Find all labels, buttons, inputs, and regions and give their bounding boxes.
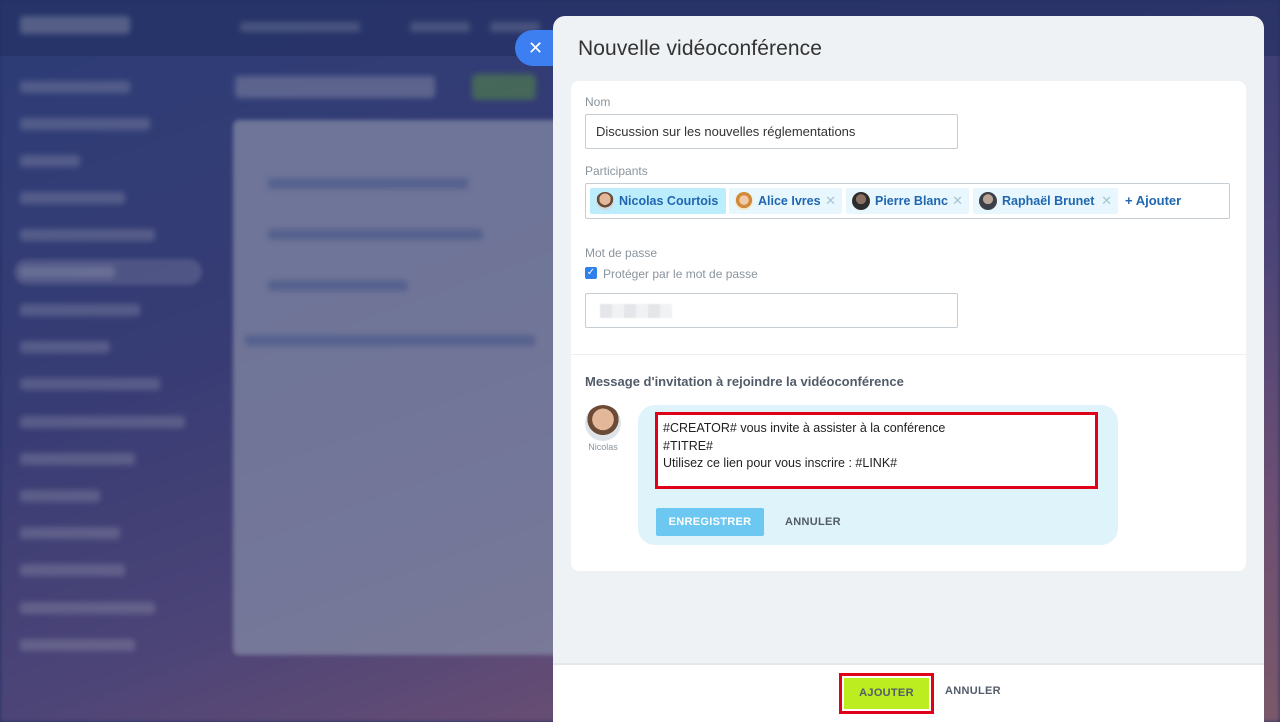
author-name: Nicolas — [588, 442, 618, 452]
close-icon: ✕ — [528, 38, 544, 58]
avatar — [735, 192, 753, 210]
participant-name: Nicolas Courtois — [619, 194, 719, 208]
name-label: Nom — [585, 95, 611, 109]
avatar — [585, 405, 621, 441]
videoconference-slider: Nouvelle vidéoconférence Nom Discussion … — [553, 16, 1264, 722]
participant-chip[interactable]: Raphaël Brunet ✕ — [973, 188, 1118, 214]
page-title: Nouvelle vidéoconférence — [578, 37, 823, 60]
password-mask — [600, 304, 672, 318]
invitation-editor: #CREATOR# vous invite à assister à la co… — [638, 405, 1118, 545]
form-card: Nom Discussion sur les nouvelles régleme… — [571, 81, 1246, 571]
save-button[interactable]: ENREGISTRER — [656, 508, 764, 536]
avatar — [979, 192, 997, 210]
participant-name: Raphaël Brunet — [1002, 194, 1095, 208]
footer: AJOUTER ANNULER — [553, 663, 1264, 722]
add-participant-link[interactable]: + Ajouter — [1125, 193, 1181, 208]
invitation-heading: Message d'invitation à rejoindre la vidé… — [585, 374, 904, 389]
password-input[interactable] — [585, 293, 958, 328]
invitation-message-textarea[interactable]: #CREATOR# vous invite à assister à la co… — [655, 412, 1098, 489]
participant-chip[interactable]: Nicolas Courtois — [590, 188, 726, 214]
avatar — [596, 192, 614, 210]
add-button[interactable]: AJOUTER — [844, 678, 929, 709]
add-button-highlight: AJOUTER — [839, 673, 934, 714]
avatar — [852, 192, 870, 210]
message-line: #CREATOR# vous invite à assister à la co… — [663, 421, 946, 435]
cancel-edit-button[interactable]: ANNULER — [785, 508, 841, 536]
participants-field[interactable]: Nicolas Courtois Alice Ivres ✕ Pierre Bl… — [585, 183, 1230, 219]
message-line: #TITRE# — [663, 438, 714, 453]
close-icon[interactable]: ✕ — [952, 188, 963, 214]
close-icon[interactable]: ✕ — [1101, 188, 1112, 214]
divider — [571, 354, 1246, 355]
participants-label: Participants — [585, 164, 648, 178]
cancel-button[interactable]: ANNULER — [945, 685, 1001, 697]
name-input[interactable]: Discussion sur les nouvelles réglementat… — [585, 114, 958, 149]
close-icon[interactable]: ✕ — [825, 188, 836, 214]
participant-chip[interactable]: Alice Ivres ✕ — [729, 188, 842, 214]
password-label: Mot de passe — [585, 246, 658, 260]
checkmark-icon[interactable]: ✓ — [585, 267, 597, 279]
participant-chip[interactable]: Pierre Blanc ✕ — [846, 188, 969, 214]
participant-name: Alice Ivres — [758, 194, 821, 208]
message-line: Utilisez ce lien pour vous inscrire : #L… — [663, 456, 898, 470]
password-checkbox-label: Protéger par le mot de passe — [603, 267, 758, 281]
participant-name: Pierre Blanc — [875, 194, 948, 208]
